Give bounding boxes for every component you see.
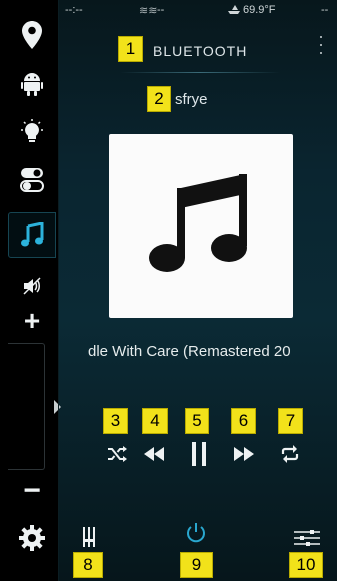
temperature: 69.9°F — [243, 4, 276, 16]
location-pin-icon[interactable] — [8, 12, 56, 58]
status-bar: --:-- ≋≋ -- 69.9°F -- — [59, 0, 337, 22]
android-icon[interactable] — [8, 60, 56, 106]
status-right: -- — [321, 4, 329, 16]
power-button[interactable] — [181, 518, 211, 548]
equalizer-bars-button[interactable] — [78, 525, 100, 549]
repeat-button[interactable] — [276, 442, 304, 466]
volume-up-button[interactable]: + — [8, 306, 56, 336]
music-note-icon[interactable] — [8, 212, 56, 258]
fast-forward-icon — [234, 447, 254, 461]
callout-9: 9 — [180, 552, 213, 578]
device-name: sfrye — [175, 91, 208, 108]
toggle-switch-icon[interactable] — [8, 157, 56, 203]
repeat-icon — [281, 445, 299, 463]
clock: --:-- — [65, 4, 83, 16]
boat-icon — [227, 4, 241, 17]
album-art — [109, 134, 293, 318]
callout-2: 2 — [147, 86, 171, 112]
rail-divider — [58, 0, 59, 581]
header-divider — [120, 72, 280, 73]
rewind-icon — [144, 447, 164, 461]
callout-5: 5 — [185, 408, 209, 434]
callout-4: 4 — [142, 408, 168, 434]
sliders-icon — [294, 530, 320, 546]
callout-1: 1 — [118, 36, 143, 62]
overflow-menu-icon[interactable] — [318, 36, 324, 54]
equalizer-bars-icon — [83, 527, 95, 547]
fast-forward-button[interactable] — [230, 442, 258, 466]
nav-rail: + − — [0, 0, 61, 581]
source-title: BLUETOOTH — [153, 43, 248, 59]
callout-6: 6 — [231, 408, 256, 434]
music-note-art-icon — [149, 174, 247, 272]
callout-7: 7 — [278, 408, 303, 434]
callout-8: 8 — [73, 552, 103, 578]
shuffle-icon — [108, 446, 127, 462]
volume-slider[interactable] — [8, 343, 45, 470]
volume-down-button[interactable]: − — [8, 476, 56, 506]
gear-icon[interactable] — [8, 515, 56, 561]
pause-button[interactable] — [185, 442, 213, 466]
power-icon — [187, 523, 205, 543]
sliders-button[interactable] — [292, 528, 322, 548]
speaker-mute-icon[interactable] — [8, 272, 56, 300]
wave-reading: -- — [157, 4, 165, 16]
pause-icon — [192, 442, 206, 466]
rewind-button[interactable] — [140, 442, 168, 466]
wave-icon: ≋≋ — [139, 5, 158, 17]
callout-10: 10 — [289, 552, 323, 578]
light-bulb-icon[interactable] — [8, 109, 56, 155]
track-title: dle With Care (Remastered 20 — [88, 343, 291, 360]
callout-3: 3 — [103, 408, 128, 434]
shuffle-button[interactable] — [103, 442, 131, 466]
